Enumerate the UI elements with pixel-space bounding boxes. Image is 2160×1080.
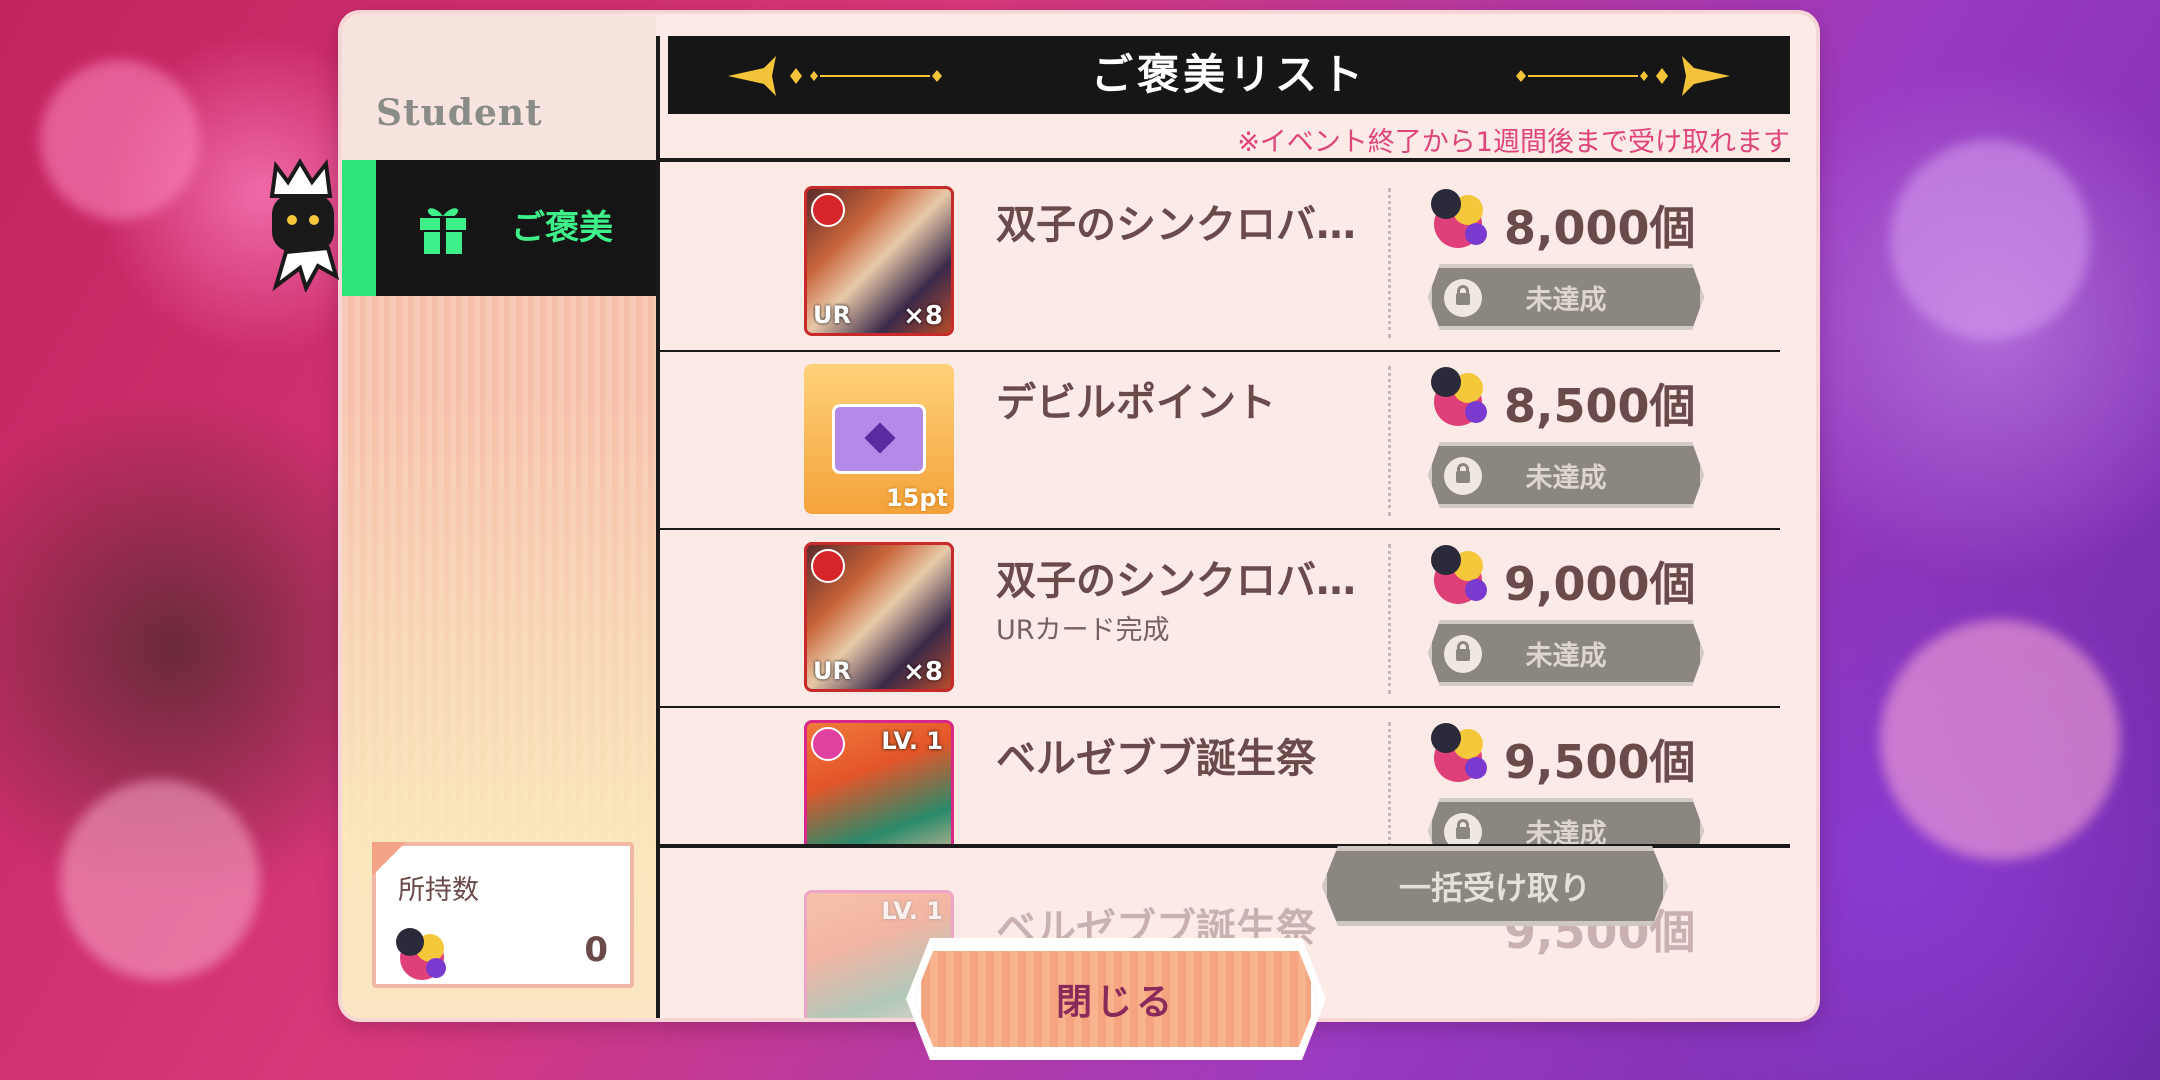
reward-subtitle: URカード完成 — [996, 615, 1170, 646]
claim-button-locked[interactable]: 未達成 — [1428, 264, 1704, 330]
owned-count-box: 所持数 0 — [372, 842, 634, 988]
owned-count: 0 — [584, 930, 608, 970]
required-amount: 8,500個 — [1504, 379, 1696, 433]
required-amount: 9,000個 — [1504, 557, 1696, 611]
card-thumbnail[interactable]: UR ×8 — [804, 542, 954, 692]
list-item: UR ×8 双子のシンクロバ… 8,000個 未達成 — [656, 174, 1780, 352]
list-item: 15pt デビルポイント 8,500個 未達成 — [656, 352, 1780, 530]
required-amount: 8,000個 — [1504, 201, 1696, 255]
attribute-icon — [811, 549, 845, 583]
bulk-receive-button[interactable]: 一括受け取り — [1322, 846, 1668, 926]
event-item-icon — [1431, 723, 1487, 782]
close-button[interactable]: 閉じる — [914, 944, 1318, 1054]
student-logo: Student — [376, 92, 543, 134]
attribute-icon — [811, 193, 845, 227]
sidebar: Student ご褒美 所持数 0 — [342, 14, 656, 1018]
reward-list[interactable]: UR ×8 双子のシンクロバ… 8,000個 未達成 15pt デビルポイント … — [656, 174, 1780, 844]
star-decoration-icon — [1516, 56, 1730, 96]
background-bokeh — [60, 780, 260, 980]
event-item-icon — [1431, 545, 1487, 604]
card-thumbnail[interactable]: LV. 1 — [804, 720, 954, 844]
devil-point-thumbnail[interactable]: 15pt — [804, 364, 954, 514]
card-thumbnail[interactable]: UR ×8 — [804, 186, 954, 336]
list-item: UR ×8 双子のシンクロバ… URカード完成 9,000個 未達成 — [656, 530, 1780, 708]
claim-button-locked[interactable]: 未達成 — [1428, 798, 1704, 844]
lock-icon — [1444, 813, 1482, 844]
attribute-icon — [811, 727, 845, 761]
event-item-icon — [1431, 367, 1487, 426]
claim-button-locked[interactable]: 未達成 — [1428, 620, 1704, 686]
required-amount: 9,500個 — [1504, 735, 1696, 789]
background-bokeh — [1890, 140, 2090, 340]
reward-name: ベルゼブブ誕生祭 — [996, 736, 1316, 782]
lock-icon — [1444, 279, 1482, 317]
event-item-icon — [1431, 189, 1487, 248]
tab-reward-label: ご褒美 — [511, 208, 613, 248]
lock-icon — [1444, 457, 1482, 495]
list-item: LV. 1 ベルゼブブ誕生祭 9,500個 未達成 — [656, 708, 1780, 844]
claim-button-locked[interactable]: 未達成 — [1428, 442, 1704, 508]
gift-icon — [420, 208, 466, 254]
reward-name: 双子のシンクロバ… — [996, 558, 1356, 604]
list-header: ご褒美リスト — [668, 36, 1790, 114]
mascot-icon — [269, 158, 340, 292]
background-bokeh — [1880, 620, 2120, 860]
reward-name: 双子のシンクロバ… — [996, 202, 1356, 248]
event-item-icon — [396, 928, 446, 980]
claim-deadline-notice: ※イベント終了から1週間後まで受け取れます — [1237, 127, 1790, 158]
reward-name: デビルポイント — [996, 380, 1276, 426]
owned-label: 所持数 — [398, 875, 479, 906]
ticket-icon — [832, 404, 926, 474]
lock-icon — [1444, 635, 1482, 673]
tab-reward[interactable]: ご褒美 — [342, 160, 656, 296]
background-bokeh — [40, 60, 200, 220]
